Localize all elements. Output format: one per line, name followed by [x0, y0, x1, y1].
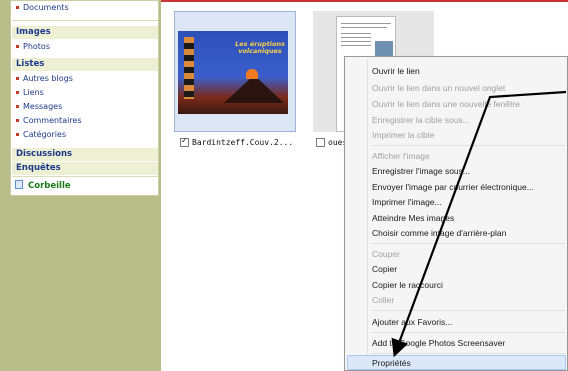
text-line: [341, 37, 371, 38]
menu-item-print-image[interactable]: Imprimer l'image...: [372, 196, 442, 208]
sidebar-item-liens[interactable]: Liens: [13, 87, 44, 99]
cover-title: Les éruptions volcaniques: [235, 40, 285, 55]
menu-item-show-image[interactable]: Afficher l'image: [372, 150, 430, 162]
menu-separator: [371, 353, 565, 354]
context-menu: Ouvrir le lien Ouvrir le lien dans un no…: [344, 56, 568, 371]
bullet-icon: [16, 90, 19, 94]
menu-item-save-image[interactable]: Enregistrer l'image sous...: [372, 165, 470, 177]
bullet-icon: [16, 132, 19, 136]
sidebar: Documents Images Photos Listes Autres bl…: [10, 0, 159, 196]
menu-separator: [371, 243, 565, 244]
text-line: [341, 33, 371, 34]
sidebar-background: [10, 196, 161, 371]
sidebar-item-documents[interactable]: Documents: [13, 2, 69, 14]
menu-item-cut[interactable]: Couper: [372, 248, 400, 260]
menu-item-google-screensaver[interactable]: Add to Google Photos Screensaver: [372, 337, 505, 349]
sidebar-item-corbeille[interactable]: Corbeille: [15, 180, 71, 192]
sidebar-heading-images[interactable]: Images: [12, 26, 158, 39]
lava-image: [246, 69, 258, 79]
menu-item-save-target[interactable]: Enregistrer la cible sous...: [372, 114, 470, 126]
content-top-border: [161, 0, 568, 2]
bullet-icon: [16, 44, 19, 48]
text-line: [341, 23, 391, 24]
left-margin-strip: [0, 0, 10, 371]
menu-item-add-favorites[interactable]: Ajouter aux Favoris...: [372, 316, 452, 328]
cover-photo-strip: [184, 37, 194, 99]
menu-item-paste[interactable]: Coller: [372, 294, 394, 306]
sidebar-item-commentaires[interactable]: Commentaires: [13, 115, 82, 127]
book-cover-image[interactable]: Les éruptions volcaniques: [178, 31, 288, 114]
text-line: [341, 41, 371, 42]
menu-item-open-link-new-tab[interactable]: Ouvrir le lien dans un nouvel onglet: [372, 82, 505, 94]
text-line: [341, 27, 387, 28]
trash-icon: [15, 180, 23, 189]
menu-item-copy[interactable]: Copier: [372, 263, 397, 275]
menu-separator: [371, 332, 565, 333]
menu-item-email-image[interactable]: Envoyer l'image par courrier électroniqu…: [372, 181, 534, 193]
sidebar-item-autres-blogs[interactable]: Autres blogs: [13, 73, 73, 85]
bullet-icon: [16, 5, 19, 9]
menu-gutter: [367, 59, 368, 370]
file-checkbox[interactable]: [180, 136, 189, 147]
sidebar-heading-discussions[interactable]: Discussions: [12, 148, 158, 161]
menu-item-open-link[interactable]: Ouvrir le lien: [372, 65, 420, 77]
sidebar-item-categories[interactable]: Catégories: [13, 129, 66, 141]
menu-item-set-background[interactable]: Choisir comme image d'arrière-plan: [372, 227, 506, 239]
sidebar-item-messages[interactable]: Messages: [13, 101, 62, 113]
sidebar-item-photos[interactable]: Photos: [13, 41, 50, 53]
menu-item-open-link-new-window[interactable]: Ouvrir le lien dans une nouvelle fenêtre: [372, 98, 520, 110]
menu-item-my-pictures[interactable]: Atteindre Mes images: [372, 212, 454, 224]
sidebar-heading-enquetes[interactable]: Enquêtes: [12, 162, 158, 175]
sidebar-divider: [12, 20, 158, 21]
sidebar-heading-listes[interactable]: Listes: [12, 58, 158, 71]
sidebar-divider: [12, 176, 158, 177]
file-checkbox[interactable]: [316, 138, 325, 147]
text-line: [341, 45, 371, 46]
bullet-icon: [16, 118, 19, 122]
menu-item-copy-shortcut[interactable]: Copier le raccourci: [372, 279, 443, 291]
menu-item-properties[interactable]: Propriétés: [372, 357, 411, 369]
bullet-icon: [16, 104, 19, 108]
menu-item-print-target[interactable]: Imprimer la cible: [372, 129, 434, 141]
volcano-image: [224, 75, 284, 103]
menu-separator: [371, 145, 565, 146]
menu-separator: [371, 310, 565, 311]
bullet-icon: [16, 76, 19, 80]
sidebar-border: [159, 0, 161, 196]
file-name[interactable]: Bardintzeff.Couv.2...: [192, 138, 293, 148]
